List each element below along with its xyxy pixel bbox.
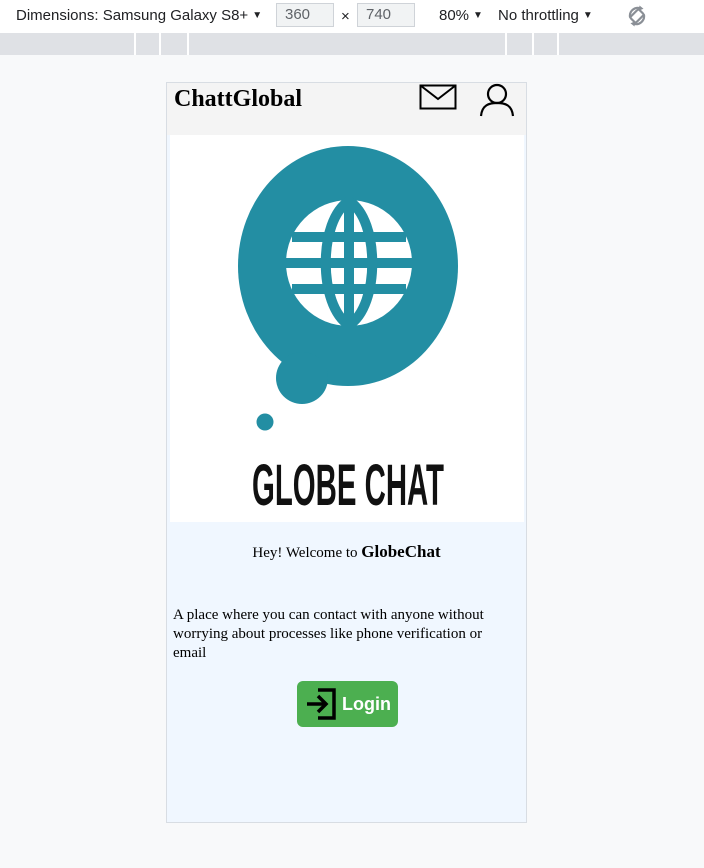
width-input[interactable]: 360	[276, 3, 334, 27]
welcome-app-name: GlobeChat	[361, 542, 441, 561]
login-button[interactable]: Login	[297, 681, 398, 727]
app-description: A place where you can contact with anyon…	[173, 607, 484, 661]
ruler-tick	[505, 33, 507, 55]
chevron-down-icon: ▼	[582, 10, 593, 21]
brand-title[interactable]: ChattGlobal	[174, 86, 302, 113]
media-query-ruler	[0, 33, 704, 55]
ruler-tick	[187, 33, 189, 55]
throttling-label: No throttling	[498, 7, 579, 24]
chevron-down-icon: ▼	[473, 10, 483, 21]
chevron-down-icon: ▼	[252, 10, 263, 21]
height-input[interactable]: 740	[357, 3, 415, 27]
zoom-dropdown[interactable]: 80% ▼	[439, 7, 483, 24]
globe-chat-logo-banner: GLOBE CHAT	[170, 135, 524, 522]
dimensions-separator: ×	[341, 8, 350, 25]
ruler-tick	[532, 33, 534, 55]
welcome-message: Hey! Welcome to GlobeChat	[167, 542, 526, 562]
ruler-tick	[159, 33, 161, 55]
user-icon[interactable]	[479, 83, 515, 117]
device-viewport: ChattGlobal GLOBE CHAT Hey! Welcome to G…	[166, 82, 527, 823]
device-dimensions-label: Dimensions: Samsung Galaxy S8+	[16, 7, 249, 24]
device-dimensions-dropdown[interactable]: Dimensions: Samsung Galaxy S8+ ▼	[16, 7, 262, 24]
welcome-prefix: Hey! Welcome to	[252, 545, 362, 561]
ruler-tick	[557, 33, 559, 55]
login-icon	[307, 688, 336, 720]
globe-icon	[286, 196, 412, 330]
app-header: ChattGlobal	[167, 83, 526, 135]
ruler-tick	[134, 33, 136, 55]
zoom-label: 80%	[439, 7, 470, 24]
throttling-dropdown[interactable]: No throttling ▼	[498, 7, 593, 24]
logo-text: GLOBE CHAT	[252, 453, 444, 518]
device-toolbar: Dimensions: Samsung Galaxy S8+ ▼ 360 × 74…	[0, 0, 704, 33]
login-label: Login	[342, 693, 391, 714]
rotate-icon[interactable]	[624, 3, 650, 29]
mail-icon[interactable]	[419, 84, 457, 110]
globe-chat-logo: GLOBE CHAT	[238, 146, 458, 518]
